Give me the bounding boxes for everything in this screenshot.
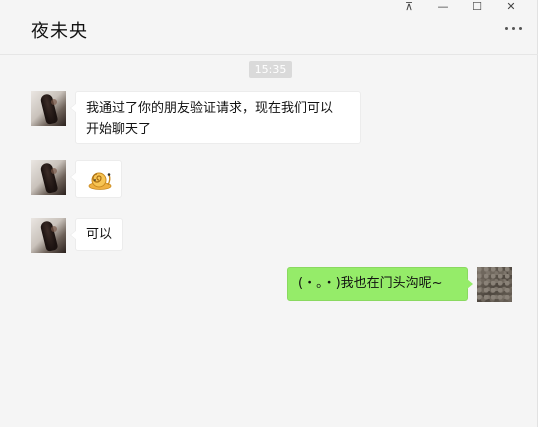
contact-avatar[interactable] xyxy=(31,218,66,253)
message-bubble-received[interactable]: 可以 xyxy=(70,218,123,251)
message-text: 我通过了你的朋友验证请求，现在我们可以 开始聊天了 xyxy=(86,101,334,137)
my-avatar[interactable] xyxy=(477,267,512,302)
message-bubble-emoji[interactable] xyxy=(70,160,122,198)
window-controls: ⊼ — ☐ ✕ xyxy=(392,0,528,14)
message-text: (・。・)我也在门头沟呢~ xyxy=(298,276,443,291)
contact-name: 夜未央 xyxy=(31,21,88,42)
minimize-icon[interactable]: — xyxy=(426,0,460,14)
message-text: 可以 xyxy=(86,227,113,242)
more-options-icon[interactable] xyxy=(502,22,524,34)
contact-avatar[interactable] xyxy=(31,91,66,126)
more-dot xyxy=(518,26,522,30)
maximize-icon[interactable]: ☐ xyxy=(460,0,494,14)
pin-icon[interactable]: ⊼ xyxy=(392,0,426,14)
chat-window: 夜未央 ⊼ — ☐ ✕ 15:35 我通过了你的朋友验证请求，现在我们可以 开始… xyxy=(0,0,538,427)
message-bubble-received[interactable]: 我通过了你的朋友验证请求，现在我们可以 开始聊天了 xyxy=(70,91,361,144)
more-dot xyxy=(504,26,508,30)
message-bubble-sent[interactable]: (・。・)我也在门头沟呢~ xyxy=(287,267,473,301)
snail-emoji-icon xyxy=(88,172,112,190)
chat-header: 夜未央 ⊼ — ☐ ✕ xyxy=(0,0,538,55)
more-dot xyxy=(511,26,515,30)
close-icon[interactable]: ✕ xyxy=(494,0,528,14)
contact-avatar[interactable] xyxy=(31,160,66,195)
message-timestamp: 15:35 xyxy=(249,61,292,78)
